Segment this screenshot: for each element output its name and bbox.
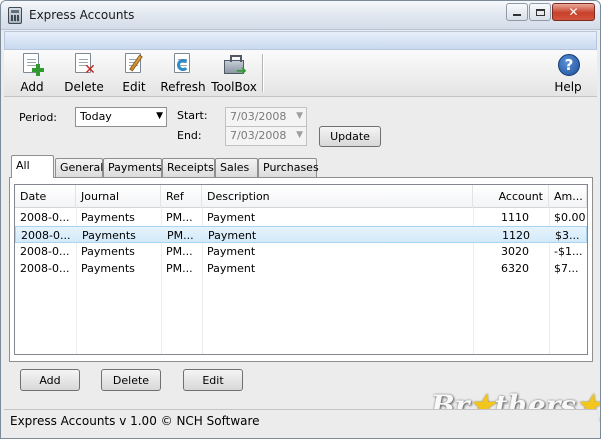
edit-button[interactable]: Edit	[183, 369, 243, 391]
help-icon: ?	[556, 52, 580, 78]
tab-payments[interactable]: Payments	[103, 158, 162, 177]
refresh-icon	[171, 52, 195, 78]
toolbar-toolbox-label: ToolBox	[211, 80, 257, 94]
toolbar-edit-button[interactable]: Edit	[119, 52, 149, 95]
cell-amount: $7...	[554, 262, 579, 275]
toolbar-delete-label: Delete	[64, 80, 104, 94]
add-document-icon	[20, 52, 44, 78]
cell-date: 2008-0...	[20, 211, 70, 224]
period-select[interactable]: Today ▼	[75, 107, 167, 127]
cell-journal: Payments	[82, 229, 136, 242]
column-header-account[interactable]: Account	[473, 185, 549, 208]
cell-journal: Payments	[81, 262, 135, 275]
start-date-value: 7/03/2008	[230, 110, 287, 123]
toolbar-edit-label: Edit	[122, 80, 146, 94]
status-bar: Express Accounts v 1.00 © NCH Software	[4, 409, 597, 431]
cell-description: Payment	[207, 262, 256, 275]
status-text: Express Accounts v 1.00 © NCH Software	[10, 414, 260, 428]
toolbar-toolbox-button[interactable]: ➜ ToolBox	[210, 52, 258, 95]
delete-document-icon: ✕	[72, 52, 96, 78]
column-header-journal[interactable]: Journal	[76, 185, 161, 208]
toolbox-icon: ➜	[222, 52, 247, 78]
edit-document-icon	[122, 52, 146, 78]
cell-ref: PM...	[167, 229, 194, 242]
toolbar: Add ✕ Delete Edit Refresh ➜ ToolBox ? He…	[4, 50, 597, 97]
period-label: Period:	[19, 111, 58, 124]
tab-all[interactable]: All	[11, 155, 54, 178]
cell-ref: PM...	[166, 262, 193, 275]
cell-account: 3020	[501, 245, 529, 258]
toolbar-help-label: Help	[554, 80, 582, 94]
end-date-picker[interactable]: 7/03/2008 ▼	[225, 126, 307, 146]
close-icon: ✕	[568, 5, 579, 19]
cell-date: 2008-0...	[20, 245, 70, 258]
toolbar-add-label: Add	[20, 80, 44, 94]
start-label: Start:	[177, 109, 208, 122]
tab-general[interactable]: General	[55, 158, 103, 177]
minimize-icon	[513, 14, 521, 16]
chevron-down-icon: ▼	[156, 111, 163, 121]
toolbar-separator	[262, 54, 264, 92]
cell-date: 2008-0...	[20, 262, 70, 275]
column-header-amount[interactable]: Am...	[549, 185, 587, 208]
cell-amount: $0.00	[554, 211, 586, 224]
maximize-icon	[535, 8, 545, 16]
column-header-ref[interactable]: Ref	[161, 185, 202, 208]
toolbar-refresh-button[interactable]: Refresh	[160, 52, 206, 95]
cell-journal: Payments	[81, 211, 135, 224]
cell-description: Payment	[207, 211, 256, 224]
cell-description: Payment	[208, 229, 257, 242]
tab-panel-all: Date Journal Ref Description Account Am.…	[9, 177, 593, 362]
tab-sales[interactable]: Sales	[215, 158, 258, 177]
tab-receipts[interactable]: Receipts	[162, 158, 215, 177]
toolbar-help-button[interactable]: ? Help	[553, 52, 583, 95]
transactions-list[interactable]: Date Journal Ref Description Account Am.…	[14, 184, 588, 355]
window-title: Express Accounts	[29, 8, 135, 22]
chevron-down-icon: ▼	[296, 111, 303, 121]
cell-account: 6320	[501, 262, 529, 275]
column-header-date[interactable]: Date	[15, 185, 76, 208]
menu-band	[4, 31, 597, 50]
cell-amount: $3...	[555, 229, 580, 242]
table-row[interactable]: 2008-0... Payments PM... Payment 6320 $7…	[15, 260, 587, 277]
delete-button[interactable]: Delete	[101, 369, 161, 391]
update-button[interactable]: Update	[319, 126, 381, 147]
toolbar-refresh-label: Refresh	[160, 80, 206, 94]
cell-amount: -$1...	[554, 245, 583, 258]
list-header: Date Journal Ref Description Account Am.…	[15, 185, 587, 208]
tab-purchases[interactable]: Purchases	[258, 158, 319, 177]
cell-description: Payment	[207, 245, 256, 258]
period-value: Today	[80, 110, 112, 123]
cell-date: 2008-0...	[21, 229, 71, 242]
end-date-value: 7/03/2008	[230, 129, 287, 142]
calculator-icon	[8, 7, 22, 24]
maximize-button[interactable]	[529, 3, 551, 21]
close-button[interactable]: ✕	[552, 3, 595, 21]
cell-ref: PM...	[166, 211, 193, 224]
end-label: End:	[177, 129, 202, 142]
start-date-picker[interactable]: 7/03/2008 ▼	[225, 107, 307, 127]
app-window: Express Accounts ✕ Add ✕ Delete Edit Ref…	[0, 0, 601, 439]
title-bar[interactable]: Express Accounts ✕	[1, 1, 600, 30]
cell-ref: PM...	[166, 245, 193, 258]
table-row-selected[interactable]: 2008-0... Payments PM... Payment 1120 $3…	[15, 226, 587, 243]
table-row[interactable]: 2008-0... Payments PM... Payment 1110 $0…	[15, 209, 587, 226]
chevron-down-icon: ▼	[296, 130, 303, 140]
toolbar-delete-button[interactable]: ✕ Delete	[64, 52, 104, 95]
add-button[interactable]: Add	[20, 369, 80, 391]
minimize-button[interactable]	[506, 3, 528, 21]
column-header-description[interactable]: Description	[202, 185, 473, 208]
toolbar-add-button[interactable]: Add	[17, 52, 47, 95]
cell-account: 1110	[501, 211, 529, 224]
cell-account: 1120	[502, 229, 530, 242]
table-row[interactable]: 2008-0... Payments PM... Payment 3020 -$…	[15, 243, 587, 260]
cell-journal: Payments	[81, 245, 135, 258]
